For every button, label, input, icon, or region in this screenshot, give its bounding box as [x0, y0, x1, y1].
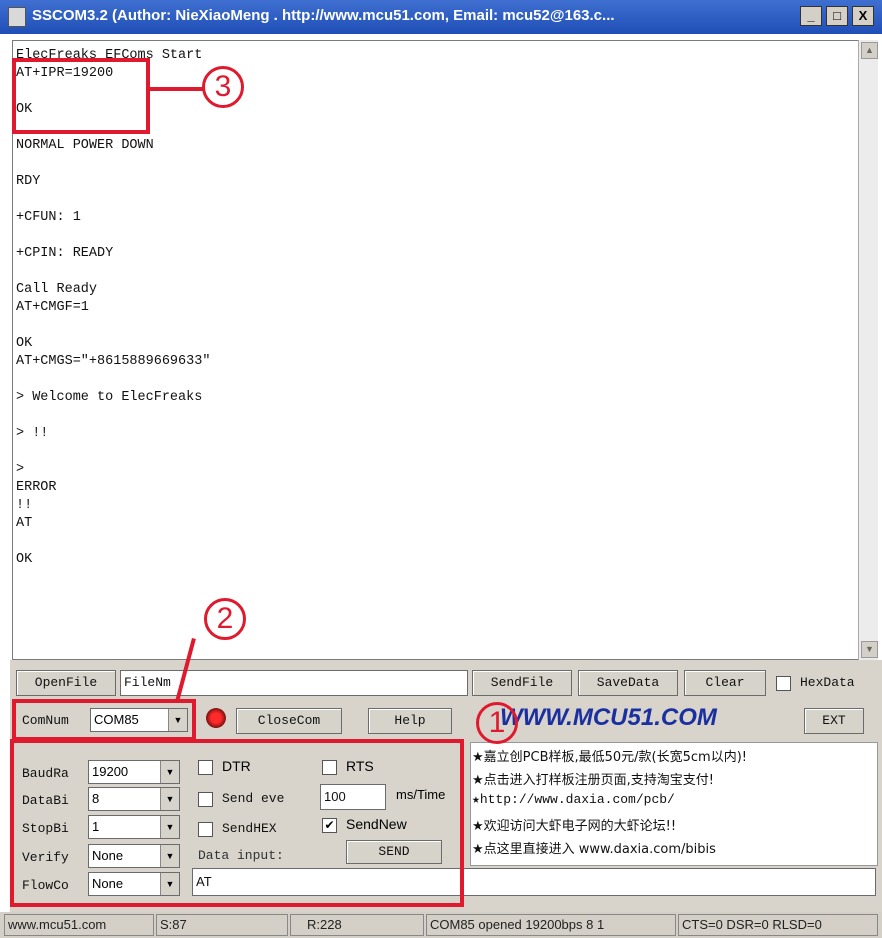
- openfile-button[interactable]: OpenFile: [16, 670, 116, 696]
- ad-line[interactable]: ★点这里直接进入 www.daxia.com/bibis: [472, 838, 716, 857]
- terminal-line: AT+CMGS="+8615889669633": [16, 354, 211, 369]
- terminal-line: +CFUN: 1: [16, 210, 81, 225]
- help-button[interactable]: Help: [368, 708, 452, 734]
- terminal-line: Call Ready: [16, 282, 98, 297]
- annotation-box-3: [12, 58, 150, 134]
- port-status-indicator-icon: [206, 708, 226, 728]
- terminal-line: >: [16, 462, 25, 477]
- annotation-marker-3: 3: [202, 66, 244, 108]
- status-received: R:228: [290, 914, 424, 936]
- mcu51-logo[interactable]: WWW.MCU51.COM: [500, 704, 717, 732]
- terminal-line: ERROR: [16, 480, 57, 495]
- terminal-line: > Welcome to ElecFreaks: [16, 390, 203, 405]
- closecom-button[interactable]: CloseCom: [236, 708, 342, 734]
- scroll-up-icon[interactable]: ▲: [861, 42, 878, 59]
- window-title: SSCOM3.2 (Author: NieXiaoMeng . http://w…: [32, 7, 615, 24]
- ad-line[interactable]: ★嘉立创PCB样板,最低50元/款(长宽5cm以内)!: [472, 746, 747, 765]
- vertical-scrollbar[interactable]: ▲ ▼: [858, 40, 878, 660]
- terminal-line: OK: [16, 552, 33, 567]
- ad-line[interactable]: ★http://www.daxia.com/pcb/: [472, 792, 675, 807]
- terminal-line: AT+CMGF=1: [16, 300, 89, 315]
- terminal-line: NORMAL POWER DOWN: [16, 138, 154, 153]
- sendfile-button[interactable]: SendFile: [472, 670, 572, 696]
- annotation-marker-2: 2: [204, 598, 246, 640]
- close-button[interactable]: X: [852, 6, 874, 26]
- status-bar: www.mcu51.com S:87 R:228 COM85 opened 19…: [0, 912, 882, 938]
- scroll-down-icon[interactable]: ▼: [861, 641, 878, 658]
- minimize-button[interactable]: _: [800, 6, 822, 26]
- annotation-marker-1: 1: [476, 702, 518, 744]
- filename-field[interactable]: FileNm: [120, 670, 468, 696]
- terminal-line: RDY: [16, 174, 41, 189]
- title-bar: SSCOM3.2 (Author: NieXiaoMeng . http://w…: [0, 0, 882, 34]
- annotation-box-1: [10, 739, 464, 907]
- ext-button[interactable]: EXT: [804, 708, 864, 734]
- maximize-button[interactable]: □: [826, 6, 848, 26]
- terminal-line: OK: [16, 336, 33, 351]
- savedata-button[interactable]: SaveData: [578, 670, 678, 696]
- clear-button[interactable]: Clear: [684, 670, 766, 696]
- terminal-line: !!: [16, 498, 33, 513]
- ad-line[interactable]: ★欢迎访问大虾电子网的大虾论坛!!: [472, 815, 676, 834]
- ad-line[interactable]: ★点击进入打样板注册页面,支持淘宝支付!: [472, 769, 714, 788]
- hexdata-checkbox[interactable]: [776, 676, 791, 691]
- status-sent: S:87: [156, 914, 288, 936]
- terminal-line: > !!: [16, 426, 49, 441]
- status-port: COM85 opened 19200bps 8 1: [426, 914, 676, 936]
- terminal-line: AT: [16, 516, 33, 531]
- status-lines: CTS=0 DSR=0 RLSD=0: [678, 914, 878, 936]
- hexdata-label: HexData: [800, 675, 855, 690]
- app-icon: [8, 7, 26, 27]
- annotation-box-2: [12, 699, 196, 741]
- status-site: www.mcu51.com: [4, 914, 154, 936]
- terminal-line: +CPIN: READY: [16, 246, 114, 261]
- annotation-connector-3: [148, 87, 204, 91]
